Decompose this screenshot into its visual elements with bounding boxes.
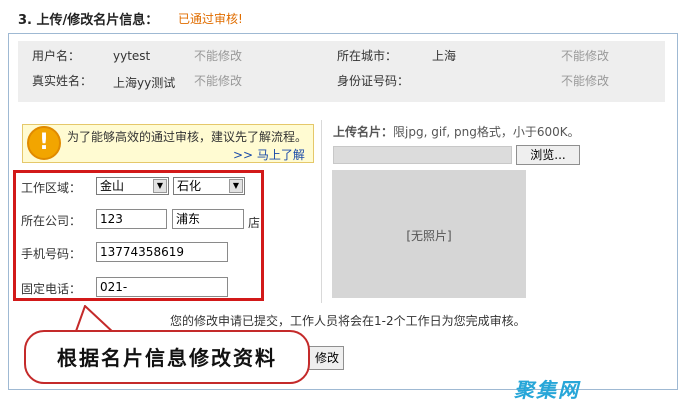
company-label: 所在公司：	[21, 214, 82, 228]
company-input[interactable]: 123	[96, 209, 167, 229]
learn-more-link[interactable]: >> 马上了解	[233, 146, 305, 163]
area-label: 工作区域：	[21, 181, 82, 195]
callout-text: 根据名片信息修改资料	[57, 346, 277, 370]
branch-input[interactable]: 浦东	[172, 209, 244, 229]
watermark-logo: 聚集网	[514, 378, 580, 402]
chevron-down-icon: ▼	[229, 179, 243, 193]
area-select-town-value: 石化	[177, 179, 202, 193]
username-note: 不能修改	[194, 49, 243, 63]
warning-icon: !	[27, 126, 61, 160]
username-value: yytest	[113, 49, 151, 63]
browse-button[interactable]: 浏览...	[516, 145, 580, 165]
no-photo-text: [无照片]	[406, 229, 452, 243]
branch-suffix: 店	[248, 216, 261, 230]
username-label: 用户名：	[32, 49, 81, 63]
realname-note: 不能修改	[194, 74, 243, 88]
realname-value: 上海yy测试	[113, 76, 176, 90]
phone-label: 固定电话：	[21, 282, 82, 296]
city-label: 所在城市：	[337, 49, 398, 63]
mobile-input[interactable]: 13774358619	[96, 242, 228, 262]
city-note: 不能修改	[561, 49, 610, 63]
upload-label-title: 上传名片：	[333, 125, 394, 139]
area-select-town[interactable]: 石化 ▼	[173, 177, 245, 195]
upload-hint: 限jpg, gif, png格式，小于600K。	[393, 125, 580, 139]
realname-label: 真实姓名：	[32, 74, 93, 88]
file-path-field[interactable]	[333, 146, 512, 164]
area-select-district[interactable]: 金山 ▼	[96, 177, 169, 195]
idcard-label: 身份证号码：	[337, 74, 410, 88]
column-divider	[321, 120, 322, 303]
area-select-district-value: 金山	[100, 179, 125, 193]
submission-note: 您的修改申请已提交，工作人员将会在1-2个工作日为您完成审核。	[170, 314, 526, 328]
mobile-label: 手机号码：	[21, 247, 82, 261]
phone-input[interactable]: 021-	[96, 277, 228, 297]
upload-label: 上传名片：限jpg, gif, png格式，小于600K。	[333, 123, 580, 140]
notice-text: 为了能够高效的通过审核，建议先了解流程。	[67, 130, 308, 144]
section-title: 3. 上传/修改名片信息：	[18, 13, 159, 28]
chevron-down-icon: ▼	[153, 179, 167, 193]
approval-status: 已通过审核!	[178, 12, 243, 26]
city-value: 上海	[432, 49, 457, 63]
idcard-note: 不能修改	[561, 74, 610, 88]
